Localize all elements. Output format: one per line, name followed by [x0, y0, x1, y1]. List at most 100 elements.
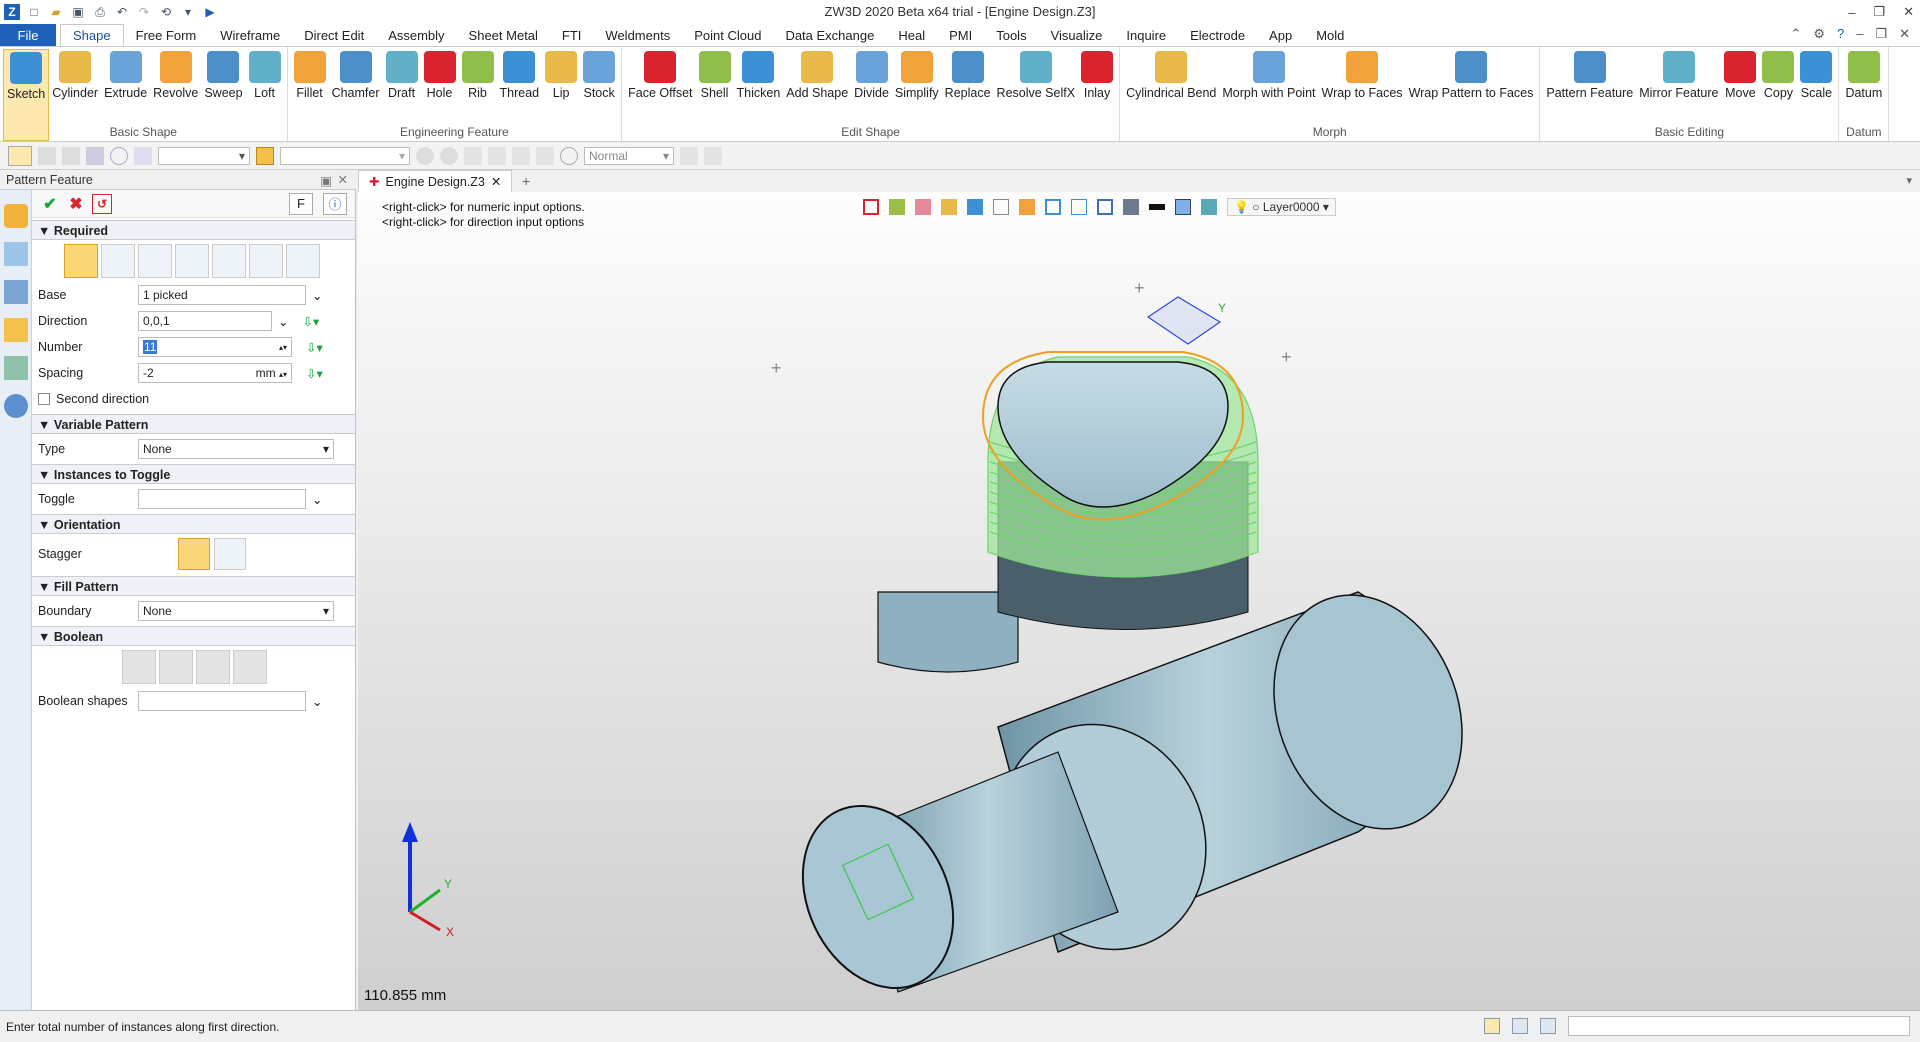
section-required[interactable]: ▼ Required [32, 220, 355, 240]
menu-tab-assembly[interactable]: Assembly [376, 24, 456, 46]
section-boolean[interactable]: ▼ Boolean [32, 626, 355, 646]
tool-a-icon[interactable] [680, 146, 698, 165]
circle-select-icon[interactable] [110, 146, 128, 165]
menu-tab-data-exchange[interactable]: Data Exchange [773, 24, 886, 46]
gear-small-icon[interactable] [440, 146, 458, 165]
curve-pattern-icon[interactable] [249, 244, 283, 278]
toggle-expand-icon[interactable]: ⌄ [312, 492, 322, 507]
base-field[interactable]: 1 picked [138, 285, 306, 305]
align-center-icon[interactable] [488, 146, 506, 165]
align-left-icon[interactable] [464, 146, 482, 165]
minus-icon[interactable] [62, 146, 80, 165]
play-icon[interactable]: ▶ [202, 4, 218, 20]
part-library-icon[interactable] [4, 318, 28, 342]
spacing-pick-icon[interactable]: ⇩▾ [306, 366, 323, 381]
menu-tab-file[interactable]: File [0, 24, 56, 46]
menu-tab-app[interactable]: App [1257, 24, 1304, 46]
spacing-field[interactable]: -2 mm ▴▾ [138, 363, 292, 383]
app-logo-icon[interactable]: Z [4, 4, 20, 20]
boolean-remove-icon[interactable] [196, 650, 230, 684]
doc-restore-icon[interactable]: ❐ [1875, 26, 1887, 42]
minimize-icon[interactable]: – [1848, 5, 1855, 20]
new-tab-icon[interactable]: + [522, 173, 530, 189]
menu-tab-wireframe[interactable]: Wireframe [208, 24, 292, 46]
stop-icon[interactable] [416, 146, 434, 165]
type-select[interactable]: None ▾ [138, 439, 334, 459]
status-view-icon[interactable] [1484, 1018, 1500, 1034]
settings-gear-icon[interactable]: ⚙ [1813, 26, 1825, 42]
boolean-base-icon[interactable] [122, 650, 156, 684]
new-file-icon[interactable]: □ [26, 4, 42, 20]
status-display-icon[interactable] [1512, 1018, 1528, 1034]
info-icon[interactable]: ⓘ [323, 192, 347, 215]
menu-tab-direct-edit[interactable]: Direct Edit [292, 24, 376, 46]
menu-tab-weldments[interactable]: Weldments [593, 24, 682, 46]
open-folder-icon[interactable]: ▰ [48, 4, 64, 20]
menu-tab-inquire[interactable]: Inquire [1114, 24, 1178, 46]
align-right-icon[interactable] [512, 146, 530, 165]
restore-icon[interactable]: ❐ [1873, 4, 1885, 20]
select-pointer-icon[interactable] [8, 145, 32, 166]
base-expand-icon[interactable]: ⌄ [312, 288, 322, 303]
command-input[interactable] [1568, 1016, 1910, 1036]
tab-close-icon[interactable]: ✕ [491, 174, 501, 189]
menu-tab-heal[interactable]: Heal [886, 24, 937, 46]
pick-combo[interactable]: ▾ [280, 146, 410, 165]
user-icon[interactable] [4, 394, 28, 418]
filter-icon[interactable] [86, 146, 104, 165]
tab-list-icon[interactable]: ▾ [1906, 174, 1912, 187]
clock-icon[interactable] [560, 146, 578, 165]
doc-minimize-icon[interactable]: – [1856, 26, 1863, 42]
filter-combo[interactable]: ▾ [158, 146, 250, 165]
menu-tab-electrode[interactable]: Electrode [1178, 24, 1257, 46]
f-button[interactable]: F [289, 192, 313, 215]
status-list-icon[interactable] [1540, 1018, 1556, 1034]
print-icon[interactable]: ⎙ [92, 4, 108, 20]
boundary-select[interactable]: None ▾ [138, 601, 334, 621]
pick-filter-icon[interactable] [134, 146, 152, 165]
menu-tab-tools[interactable]: Tools [984, 24, 1038, 46]
toggle-field[interactable] [138, 489, 306, 509]
redo-icon[interactable]: ↷ [136, 4, 152, 20]
menu-tab-sheet-metal[interactable]: Sheet Metal [457, 24, 550, 46]
pin-icon[interactable] [536, 146, 554, 165]
direction-field[interactable]: 0,0,1 [138, 311, 272, 331]
menu-tab-point-cloud[interactable]: Point Cloud [682, 24, 773, 46]
section-variable-pattern[interactable]: ▼ Variable Pattern [32, 414, 355, 434]
feature-manager-icon[interactable] [4, 204, 28, 228]
model-view[interactable]: Y + + + X Y [358, 192, 1920, 1010]
regen-icon[interactable]: ⟲ [158, 4, 174, 20]
ok-check-icon[interactable]: ✔ [40, 194, 60, 214]
number-pick-icon[interactable]: ⇩▾ [306, 340, 323, 355]
panel-close-icon[interactable]: ✕ [338, 172, 348, 187]
polygon-pattern-icon[interactable] [138, 244, 172, 278]
add-icon[interactable] [38, 146, 56, 165]
circular-pattern-icon[interactable] [101, 244, 135, 278]
section-orientation[interactable]: ▼ Orientation [32, 514, 355, 534]
undo-icon[interactable]: ↶ [114, 4, 130, 20]
save-icon[interactable]: ▣ [70, 4, 86, 20]
section-instances-to-toggle[interactable]: ▼ Instances to Toggle [32, 464, 355, 484]
menu-tab-shape[interactable]: Shape [60, 24, 124, 46]
smart-pick-icon[interactable] [256, 146, 274, 165]
section-fill-pattern[interactable]: ▼ Fill Pattern [32, 576, 355, 596]
direction-expand-icon[interactable]: ⌄ [278, 314, 288, 329]
assembly-tree-icon[interactable] [4, 280, 28, 304]
menu-tab-free-form[interactable]: Free Form [124, 24, 209, 46]
boolean-intersect-icon[interactable] [233, 650, 267, 684]
stagger-grid-icon[interactable] [178, 538, 210, 570]
stagger-offset-icon[interactable] [214, 538, 246, 570]
menu-tab-mold[interactable]: Mold [1304, 24, 1356, 46]
fill-pattern-icon[interactable] [212, 244, 246, 278]
point-pattern-icon[interactable] [175, 244, 209, 278]
menu-tab-visualize[interactable]: Visualize [1039, 24, 1115, 46]
boolean-add-icon[interactable] [159, 650, 193, 684]
linear-pattern-icon[interactable] [64, 244, 98, 278]
panel-pin-icon[interactable]: ▣ [320, 173, 332, 188]
boolean-shapes-expand-icon[interactable]: ⌄ [312, 694, 322, 709]
second-direction-checkbox[interactable] [38, 393, 50, 405]
number-spinner-icon[interactable]: ▴▾ [279, 343, 287, 352]
render-mode-combo[interactable]: Normal ▾ [584, 146, 674, 165]
close-icon[interactable]: ✕ [1903, 4, 1914, 20]
visual-manager-icon[interactable] [4, 356, 28, 380]
